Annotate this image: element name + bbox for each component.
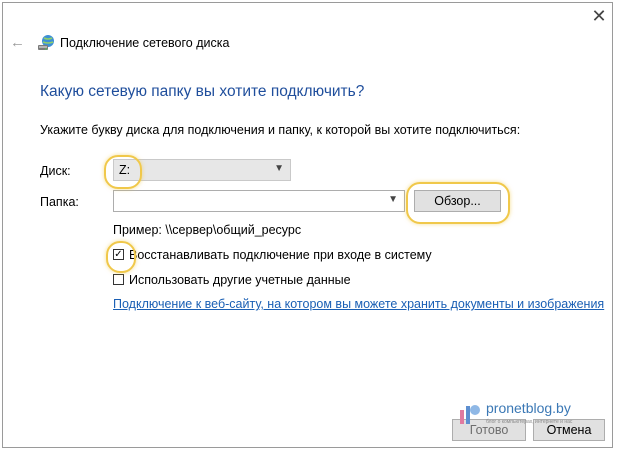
browse-button[interactable]: Обзор... <box>414 190 501 212</box>
watermark-text: pronetblog.by <box>486 400 571 416</box>
folder-label: Папка: <box>40 195 79 209</box>
chevron-down-icon: ▼ <box>274 163 284 174</box>
dialog-window <box>2 2 613 448</box>
page-heading: Какую сетевую папку вы хотите подключить… <box>40 83 365 100</box>
drive-label: Диск: <box>40 164 71 178</box>
instruction-text: Укажите букву диска для подключения и па… <box>40 123 521 137</box>
arrow-left-icon: ← <box>10 34 25 51</box>
watermark-logo-icon <box>460 405 480 424</box>
back-button[interactable]: ← <box>10 34 26 52</box>
drive-select-value: Z: <box>119 163 131 177</box>
other-credentials-checkbox-row[interactable]: Использовать другие учетные данные <box>113 273 353 289</box>
website-link[interactable]: Подключение к веб-сайту, на котором вы м… <box>113 297 604 311</box>
watermark: pronetblog.by блог о компьютерах, интерн… <box>458 398 598 428</box>
reconnect-checkbox[interactable]: ✓ <box>113 249 124 260</box>
reconnect-label: Восстанавливать подключение при входе в … <box>129 248 432 262</box>
drive-select[interactable]: Z: ▼ <box>113 159 291 181</box>
example-text: Пример: \\сервер\общий_ресурс <box>113 223 302 237</box>
watermark-subtext: блог о компьютерах, интернете и нас <box>486 419 573 425</box>
network-drive-icon <box>38 35 54 50</box>
other-credentials-label: Использовать другие учетные данные <box>129 273 351 287</box>
reconnect-checkbox-row[interactable]: ✓ Восстанавливать подключение при входе … <box>113 248 433 264</box>
close-icon: ✕ <box>591 6 607 26</box>
wizard-title: Подключение сетевого диска <box>60 36 230 50</box>
close-button[interactable]: ✕ <box>588 6 610 26</box>
chevron-down-icon[interactable]: ▼ <box>388 194 398 205</box>
other-credentials-checkbox[interactable] <box>113 274 124 285</box>
folder-input[interactable]: ▼ <box>113 190 405 212</box>
